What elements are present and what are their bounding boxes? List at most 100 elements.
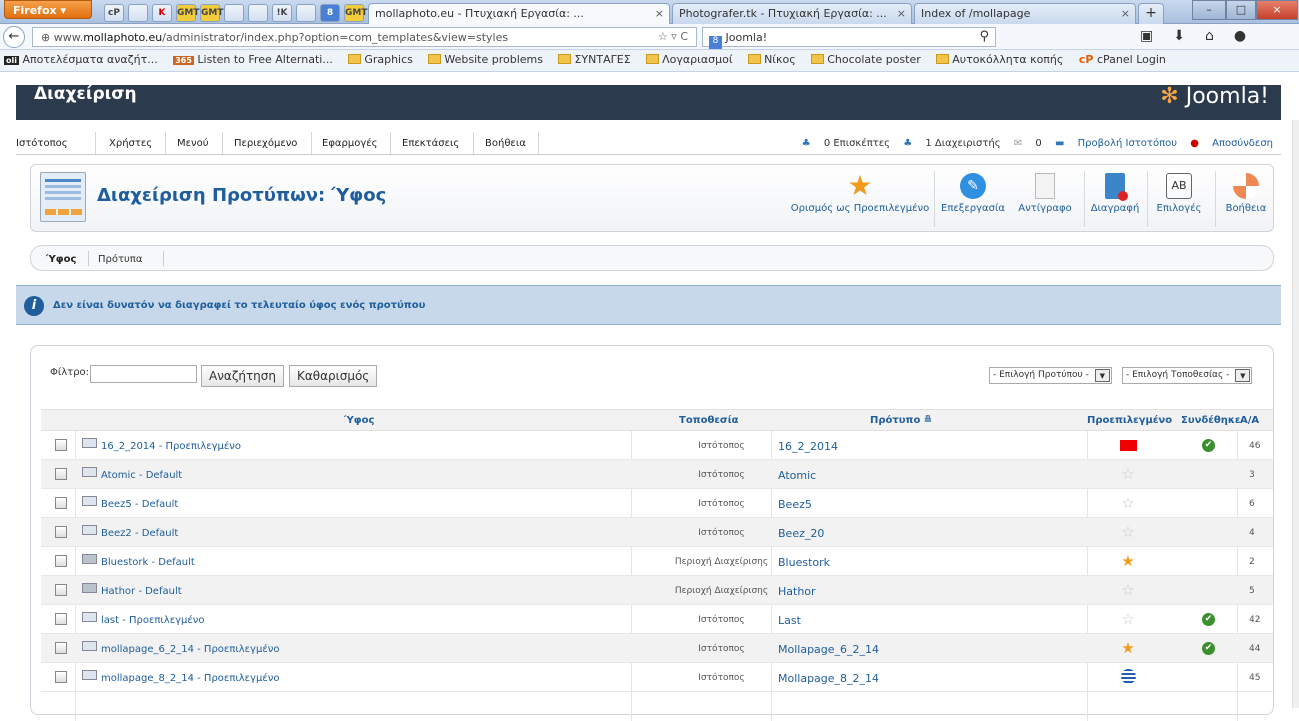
style-link[interactable]: Hathor - Default (101, 586, 182, 597)
addon-icon[interactable]: ● (1234, 28, 1246, 44)
url-bar[interactable]: ⊕ www.mollaphoto.eu/administrator/index.… (32, 27, 697, 47)
search-icon[interactable]: ⚲ (979, 29, 989, 44)
tab-index-mollapage[interactable]: Index of /mollapage × (914, 3, 1136, 24)
row-checkbox[interactable] (55, 468, 67, 480)
template-link[interactable]: 16_2_2014 (778, 440, 838, 453)
menu-item-extensions[interactable]: Επεκτάσεις (402, 138, 459, 149)
col-default[interactable]: Προεπιλεγμένο (1087, 415, 1172, 426)
messages-count[interactable]: ✉ 0 (1014, 138, 1042, 149)
style-link[interactable]: mollapage_8_2_14 - Προεπιλεγμένο (101, 673, 279, 684)
row-checkbox[interactable] (55, 439, 67, 451)
star-outline-icon[interactable]: ☆ (1119, 524, 1137, 540)
style-link[interactable]: Bluestork - Default (101, 557, 195, 568)
style-link[interactable]: mollapage_6_2_14 - Προεπιλεγμένο (101, 644, 279, 655)
bookmark-website-problems[interactable]: Website problems (428, 53, 549, 66)
col-id[interactable]: Α/Α (1240, 415, 1259, 426)
pinned-tab-google-icon[interactable]: 8 (320, 4, 340, 22)
template-link[interactable]: Atomic (778, 469, 816, 482)
pinned-tab-gmt-icon[interactable]: GMT (200, 4, 223, 22)
pinned-tab-cpanel-icon[interactable]: cP (104, 4, 124, 22)
firefox-menu-button[interactable]: Firefox ▾ (4, 0, 92, 19)
bookmark-graphics[interactable]: Graphics (348, 53, 419, 66)
menu-item-site[interactable]: Ιστότοπος (16, 138, 68, 149)
star-outline-icon[interactable]: ☆ (1119, 495, 1137, 511)
pinned-tab-bird-icon[interactable] (296, 4, 316, 22)
google-icon[interactable]: 8 (709, 36, 722, 49)
reload-icon[interactable]: ☆ ▿ C (658, 30, 688, 43)
star-outline-icon[interactable]: ☆ (1119, 466, 1137, 482)
bookmark-nikos[interactable]: Νίκος (748, 53, 802, 66)
template-link[interactable]: Mollapage_6_2_14 (778, 643, 879, 656)
tab-templates[interactable]: Πρότυπα (98, 254, 142, 265)
template-link[interactable]: Beez_20 (778, 527, 824, 540)
edit-button[interactable]: ✎ Επεξεργασία (939, 173, 1007, 214)
style-link[interactable]: Beez2 - Default (101, 528, 178, 539)
make-default-button[interactable]: ★ Ορισμός ως Προεπιλεγμένο (783, 172, 937, 215)
china-flag-icon[interactable] (1120, 440, 1137, 451)
row-checkbox[interactable] (55, 671, 67, 683)
delete-button[interactable]: Διαγραφή (1087, 173, 1143, 214)
new-tab-button[interactable]: + (1138, 3, 1164, 24)
template-link[interactable]: Bluestork (778, 556, 830, 569)
help-button[interactable]: Βοήθεια (1221, 173, 1271, 214)
row-checkbox[interactable] (55, 584, 67, 596)
bookmark-search-results[interactable]: oli Αποτελέσματα αναζήτ... (4, 53, 164, 66)
select-template[interactable]: - Επιλογή Προτύπου - ▼ (989, 367, 1112, 384)
tab-mollaphoto[interactable]: mollaphoto.eu - Πτυχιακή Εργασία: ... × (368, 3, 670, 24)
template-link[interactable]: Last (778, 614, 801, 627)
logout-link[interactable]: ● Αποσύνδεση (1190, 138, 1273, 149)
search-button[interactable]: Αναζήτηση (201, 365, 284, 387)
pinned-tab-site-icon[interactable] (248, 4, 268, 22)
tab-styles[interactable]: Ύφος (46, 254, 76, 265)
tab-close-icon[interactable]: × (655, 7, 664, 20)
menu-item-help[interactable]: Βοήθεια (485, 138, 526, 149)
close-window-icon[interactable]: × (1256, 0, 1298, 20)
style-link[interactable]: Beez5 - Default (101, 499, 178, 510)
bookmark-cpanel[interactable]: cP cPanel Login (1079, 53, 1172, 66)
template-link[interactable]: Beez5 (778, 498, 812, 511)
style-link[interactable]: 16_2_2014 - Προεπιλεγμένο (101, 441, 241, 452)
col-assigned[interactable]: Συνδέθηκε (1181, 415, 1241, 426)
tab-photografer[interactable]: Photografer.tk - Πτυχιακή Εργασία: ... × (672, 3, 912, 24)
menu-item-users[interactable]: Χρήστες (109, 138, 152, 149)
pinned-tab-ik-icon[interactable]: !K (272, 4, 292, 22)
minimize-icon[interactable]: – (1192, 0, 1226, 20)
search-bar[interactable]: 8 Joomla! ⚲ (702, 27, 996, 49)
row-checkbox[interactable] (55, 613, 67, 625)
style-link[interactable]: last - Προεπιλεγμένο (101, 615, 205, 626)
filter-input[interactable] (90, 365, 197, 383)
duplicate-button[interactable]: Αντίγραφο (1015, 173, 1075, 214)
bookmark-autokollita[interactable]: Αυτοκόλλητα κοπής (936, 53, 1069, 66)
star-outline-icon[interactable]: ☆ (1119, 582, 1137, 598)
tab-close-icon[interactable]: × (1121, 7, 1130, 20)
maximize-icon[interactable]: □ (1226, 0, 1256, 20)
col-location[interactable]: Τοποθεσία (679, 415, 738, 426)
menu-item-components[interactable]: Εφαρμογές (322, 138, 378, 149)
view-site-link[interactable]: ▬ Προβολή Ιστοτόπου (1055, 138, 1177, 149)
row-checkbox[interactable] (55, 555, 67, 567)
menu-item-menus[interactable]: Μενού (177, 138, 209, 149)
row-checkbox[interactable] (55, 526, 67, 538)
star-outline-icon[interactable]: ☆ (1119, 611, 1137, 627)
select-location[interactable]: - Επιλογή Τοποθεσίας - ▼ (1122, 367, 1253, 384)
menu-item-content[interactable]: Περιεχόμενο (234, 138, 297, 149)
bookmark-syntages[interactable]: ΣΥΝΤΑΓΕΣ (558, 53, 636, 66)
col-style[interactable]: Ύφος (344, 415, 374, 426)
home-icon[interactable]: ⌂ (1205, 28, 1214, 44)
pinned-tab-k-icon[interactable]: K (152, 4, 172, 22)
style-link[interactable]: Atomic - Default (101, 470, 182, 481)
back-arrow-icon[interactable]: ← (3, 26, 25, 48)
bookmark-chocolate-poster[interactable]: Chocolate poster (811, 53, 927, 66)
tab-close-icon[interactable]: × (897, 7, 906, 20)
pinned-tab-gmt-icon[interactable]: GMT (344, 4, 367, 22)
bookmark-logariasmoi[interactable]: Λογαριασμοί (646, 53, 738, 66)
col-template[interactable]: Πρότυπο ≞ (870, 415, 932, 426)
row-checkbox[interactable] (55, 642, 67, 654)
pinned-tab-gmt-icon[interactable]: GMT (176, 4, 199, 22)
options-button[interactable]: AB Επιλογές (1151, 173, 1207, 214)
template-link[interactable]: Hathor (778, 585, 816, 598)
bookmark-listen[interactable]: 365 Listen to Free Alternati... (173, 53, 339, 66)
download-icon[interactable]: ⬇ (1173, 28, 1185, 44)
bookmarks-icon[interactable]: ▣ (1140, 28, 1153, 44)
row-checkbox[interactable] (55, 497, 67, 509)
